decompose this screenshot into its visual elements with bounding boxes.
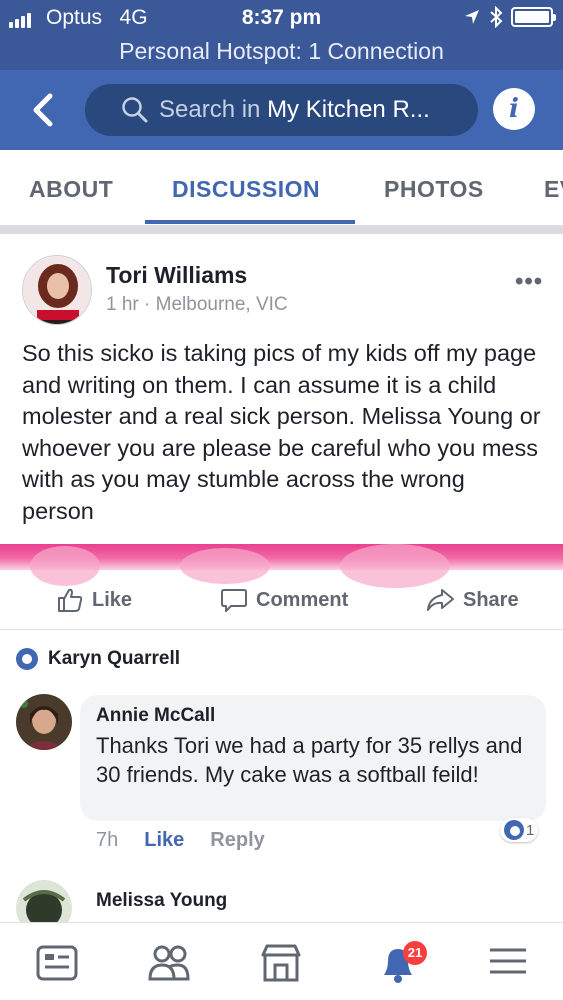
comment-text: Thanks Tori we had a party for 35 rellys… <box>96 733 523 787</box>
hotspot-banner[interactable]: Personal Hotspot: 1 Connection <box>0 38 563 65</box>
tab-photos[interactable]: PHOTOS <box>384 176 484 203</box>
comment-author[interactable]: Melissa Young <box>96 890 227 912</box>
like-reaction-icon <box>504 820 524 840</box>
comment-meta: 7h Like Reply <box>96 829 265 852</box>
like-button[interactable]: Like <box>56 586 132 614</box>
bluetooth-icon <box>490 6 503 28</box>
commenter-avatar[interactable] <box>16 694 72 750</box>
search-bar[interactable]: Search in My Kitchen R... <box>85 84 478 136</box>
notification-badge: 21 <box>403 941 427 965</box>
section-divider <box>0 226 563 234</box>
info-icon[interactable]: i <box>493 88 535 130</box>
author-avatar[interactable] <box>22 255 92 325</box>
comment-icon <box>221 589 247 612</box>
post-image-banner[interactable] <box>0 544 563 588</box>
marketplace-icon[interactable] <box>259 941 303 985</box>
tab-about[interactable]: ABOUT <box>29 176 113 203</box>
thumbs-up-icon <box>58 588 83 612</box>
bottom-navigation: 21 <box>0 922 563 1000</box>
battery-icon <box>511 7 556 27</box>
more-options-icon[interactable]: ••• <box>515 268 543 296</box>
comment-button[interactable]: Comment <box>220 586 348 614</box>
status-bar: Optus 4G 8:37 pm Personal Hotspot: 1 Con… <box>0 0 563 70</box>
post-meta: 1 hr · Melbourne, VIC <box>106 294 288 316</box>
comment-author[interactable]: Annie McCall <box>96 705 530 727</box>
comment-reaction-count[interactable]: 1 <box>500 818 539 842</box>
tab-discussion[interactable]: DISCUSSION <box>172 176 320 203</box>
news-feed-icon[interactable] <box>35 941 79 985</box>
post-time[interactable]: 1 hr <box>106 294 139 315</box>
comment-reply-button[interactable]: Reply <box>210 829 264 852</box>
app-header: Search in My Kitchen R... i <box>0 70 563 150</box>
post-location[interactable]: Melbourne, VIC <box>156 294 288 315</box>
group-tabs: ABOUT DISCUSSION PHOTOS EV <box>0 150 563 226</box>
search-placeholder: Search in My Kitchen R... <box>159 96 430 123</box>
meta-separator: · <box>144 294 151 315</box>
reactor-row[interactable]: Karyn Quarrell <box>16 648 180 670</box>
post-author-name[interactable]: Tori Williams <box>106 262 247 289</box>
comment-time[interactable]: 7h <box>96 829 118 852</box>
friends-icon[interactable] <box>147 941 191 985</box>
comment-like-button[interactable]: Like <box>144 829 184 852</box>
search-icon <box>122 97 148 123</box>
active-tab-indicator <box>145 220 355 224</box>
menu-icon[interactable] <box>486 941 530 985</box>
search-group-name: My Kitchen R... <box>267 96 430 123</box>
share-button[interactable]: Share <box>425 586 519 614</box>
share-icon <box>427 589 454 611</box>
post-actions: Like Comment Share <box>0 570 563 630</box>
tab-events[interactable]: EV <box>544 176 563 203</box>
back-chevron-icon[interactable] <box>28 90 58 130</box>
post-text: So this sicko is taking pics of my kids … <box>22 340 541 524</box>
like-reaction-icon <box>16 648 38 670</box>
location-arrow-icon <box>465 10 479 24</box>
comment-bubble[interactable]: Annie McCall Thanks Tori we had a party … <box>80 695 546 821</box>
reactor-name: Karyn Quarrell <box>48 648 180 669</box>
